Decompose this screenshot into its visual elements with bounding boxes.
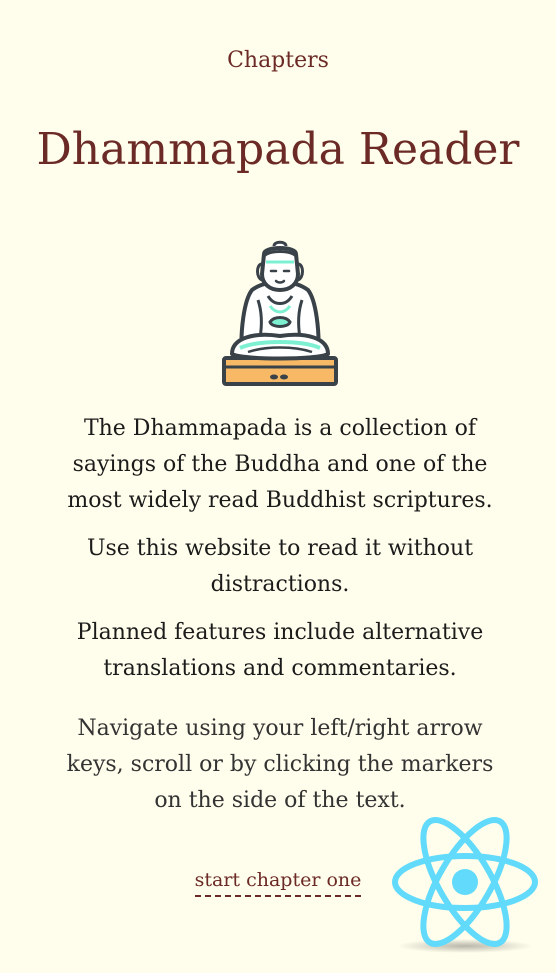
start-chapter-one-link[interactable]: start chapter one [194,869,362,897]
chapters-link[interactable]: Chapters [0,48,556,73]
buddha-statue-icon [222,240,338,386]
intro-paragraph-planned-features: Planned features include alternative tra… [76,620,484,681]
page-title: Dhammapada Reader [36,124,520,175]
intro-paragraph-purpose: Use this website to read it without dist… [86,536,474,597]
page: Chapters Dhammapada Reader The Dhammapad… [0,0,556,973]
react-logo-icon [392,817,538,953]
intro-paragraph-navigation: Navigate using your left/right arrow key… [66,716,494,813]
intro-paragraph-description: The Dhammapada is a collection of saying… [67,416,493,513]
